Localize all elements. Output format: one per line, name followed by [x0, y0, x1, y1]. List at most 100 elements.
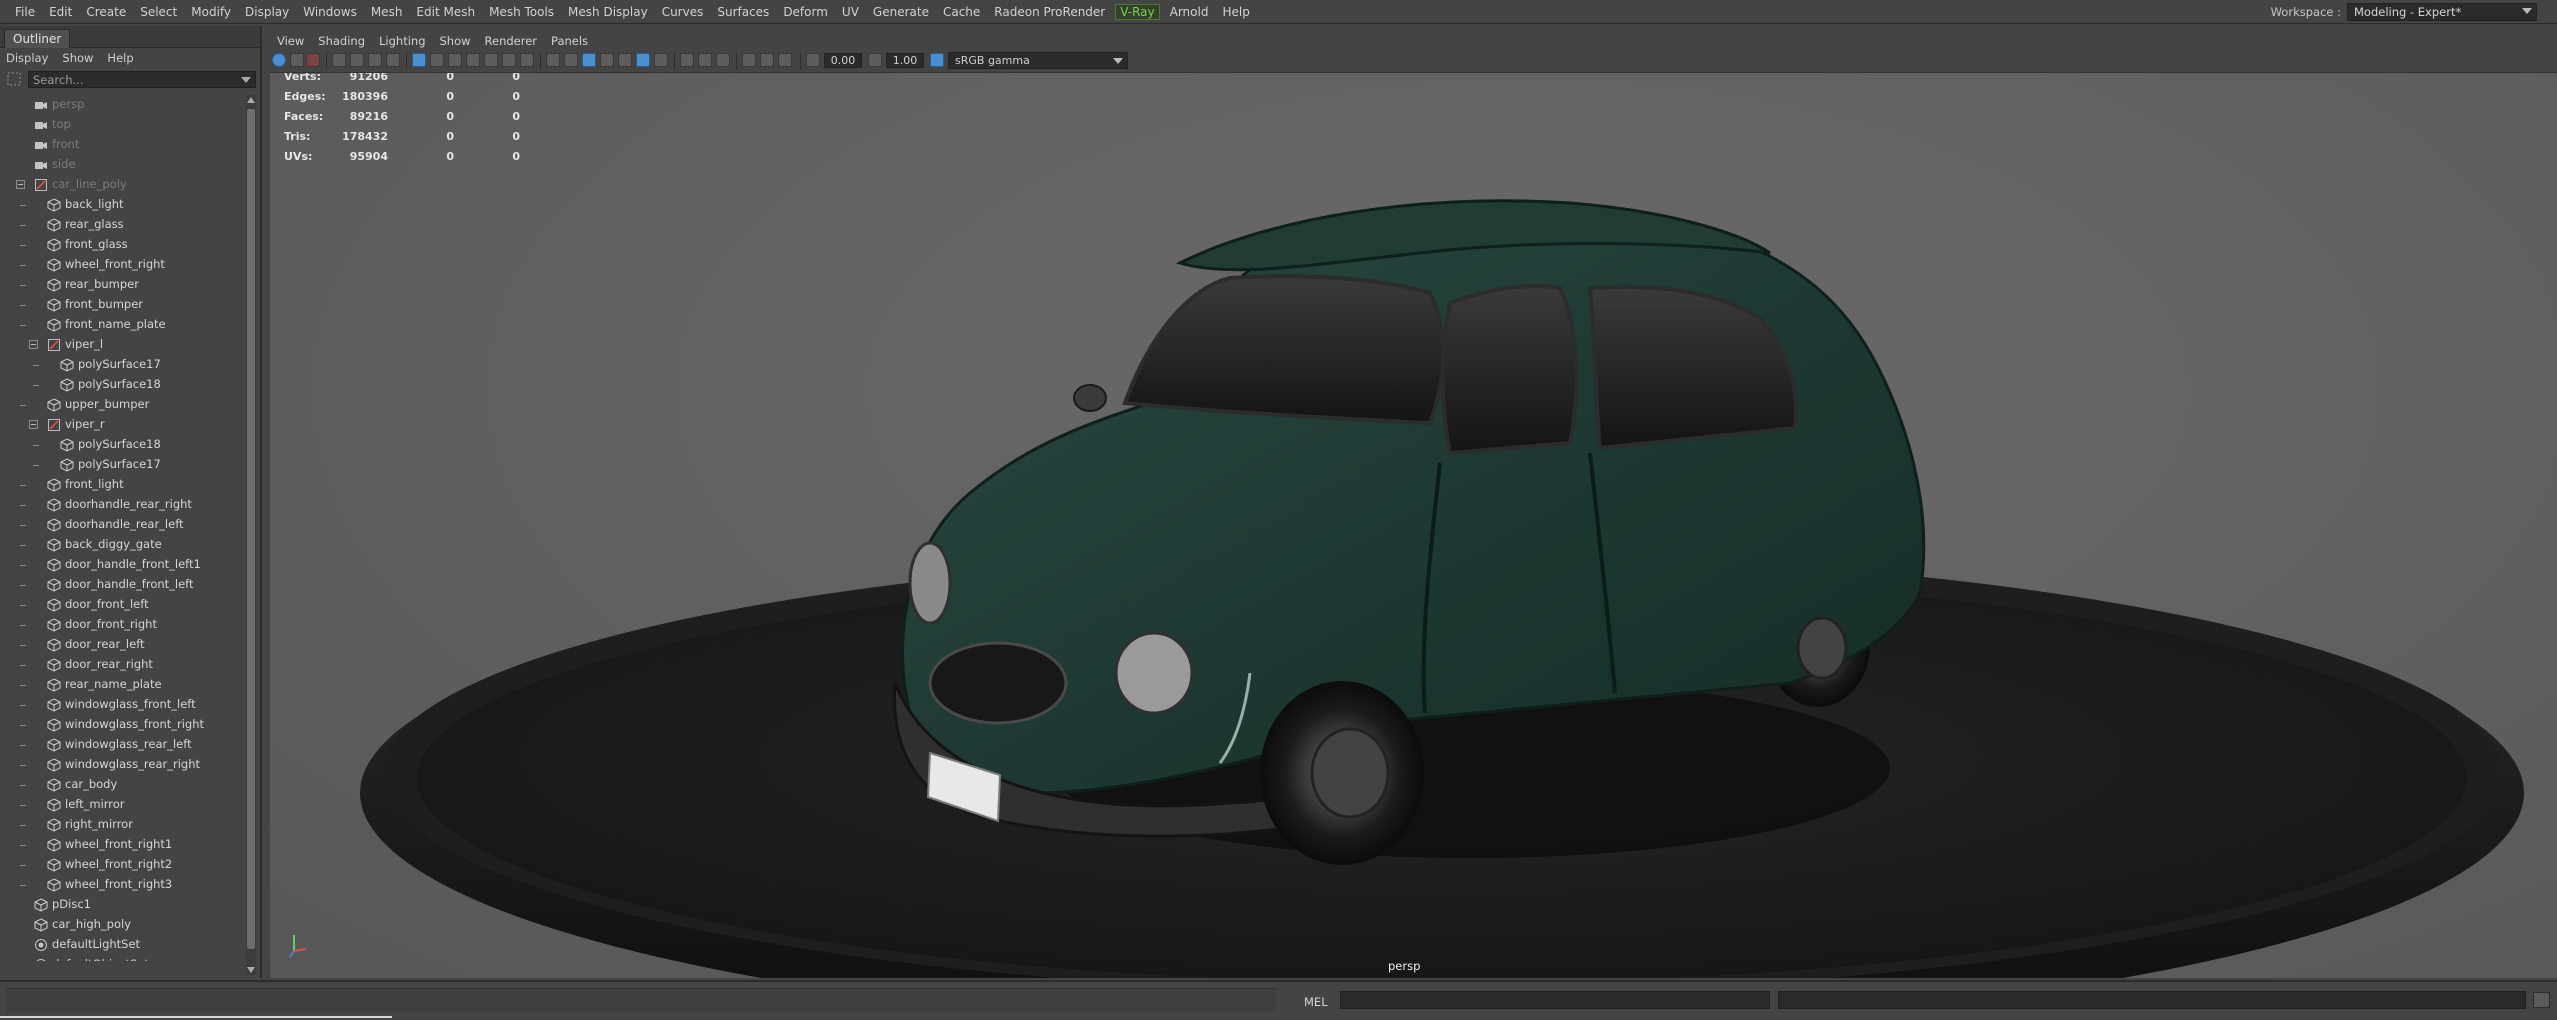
viewport-menu-lighting[interactable]: Lighting: [379, 34, 425, 48]
safe-title-icon[interactable]: [520, 53, 534, 67]
outliner-item[interactable]: wheel_front_right: [6, 255, 246, 275]
outliner-menu-show[interactable]: Show: [62, 51, 93, 65]
outliner-item[interactable]: side: [6, 155, 246, 175]
menu-v-ray[interactable]: V-Ray: [1115, 4, 1160, 20]
menu-generate[interactable]: Generate: [866, 5, 936, 19]
field-chart-icon[interactable]: [484, 53, 498, 67]
workspace-dropdown[interactable]: Modeling - Expert*: [2347, 3, 2537, 21]
menu-uv[interactable]: UV: [835, 5, 866, 19]
outliner-item[interactable]: door_rear_left: [6, 635, 246, 655]
menu-select[interactable]: Select: [133, 5, 184, 19]
outliner-item[interactable]: car_high_poly: [6, 915, 246, 935]
viewport-menu-show[interactable]: Show: [440, 34, 471, 48]
gate-mask-icon[interactable]: [466, 53, 480, 67]
outliner-item[interactable]: windowglass_rear_left: [6, 735, 246, 755]
outliner-item[interactable]: door_handle_front_left: [6, 575, 246, 595]
menu-edit[interactable]: Edit: [42, 5, 79, 19]
textured-icon[interactable]: [600, 53, 614, 67]
motion-blur-icon[interactable]: [742, 53, 756, 67]
filter-icon[interactable]: [7, 72, 21, 86]
outliner-item[interactable]: wheel_front_right3: [6, 875, 246, 895]
outliner-item[interactable]: windowglass_front_left: [6, 695, 246, 715]
outliner-item[interactable]: rear_bumper: [6, 275, 246, 295]
color-management-icon[interactable]: [930, 53, 944, 67]
outliner-item[interactable]: defaultLightSet: [6, 935, 246, 955]
camera-attributes-icon[interactable]: [306, 53, 320, 67]
outliner-item[interactable]: door_handle_front_left1: [6, 555, 246, 575]
outliner-item[interactable]: door_front_right: [6, 615, 246, 635]
smooth-shade-icon[interactable]: [564, 53, 578, 67]
viewport-persp[interactable]: Verts: 91206 0 0 Edges: 180396 0 0 Faces: 89216 0 0…: [270, 72, 2557, 978]
menu-file[interactable]: File: [8, 5, 42, 19]
gamma-field[interactable]: 1.00: [886, 53, 924, 68]
outliner-item[interactable]: polySurface18: [6, 435, 246, 455]
safe-action-icon[interactable]: [502, 53, 516, 67]
outliner-item[interactable]: car_body: [6, 775, 246, 795]
outliner-item[interactable]: front_bumper: [6, 295, 246, 315]
outliner-item[interactable]: wheel_front_right2: [6, 855, 246, 875]
image-plane-icon[interactable]: [350, 53, 364, 67]
outliner-item[interactable]: rear_name_plate: [6, 675, 246, 695]
script-editor-icon[interactable]: [2533, 992, 2550, 1008]
outliner-item[interactable]: car_line_poly: [6, 175, 246, 195]
outliner-item[interactable]: polySurface17: [6, 355, 246, 375]
lock-camera-icon[interactable]: [290, 53, 304, 67]
outliner-item[interactable]: persp: [6, 95, 246, 115]
xray-icon[interactable]: [680, 53, 694, 67]
outliner-item[interactable]: back_diggy_gate: [6, 535, 246, 555]
outliner-item[interactable]: windowglass_front_right: [6, 715, 246, 735]
outliner-item[interactable]: rear_glass: [6, 215, 246, 235]
tab-outliner[interactable]: Outliner: [4, 29, 71, 48]
lights-icon[interactable]: [618, 53, 632, 67]
outliner-menu-help[interactable]: Help: [107, 51, 133, 65]
outliner-item[interactable]: defaultObjectSet: [6, 955, 246, 961]
mel-input[interactable]: [1340, 991, 1770, 1009]
film-gate-icon[interactable]: [430, 53, 444, 67]
outliner-item[interactable]: door_rear_right: [6, 655, 246, 675]
menu-mesh-display[interactable]: Mesh Display: [561, 5, 655, 19]
menu-surfaces[interactable]: Surfaces: [710, 5, 776, 19]
outliner-item[interactable]: door_front_left: [6, 595, 246, 615]
exposure-icon[interactable]: [806, 53, 820, 67]
xray-joints-icon[interactable]: [698, 53, 712, 67]
outliner-menu-display[interactable]: Display: [6, 51, 48, 65]
ambient-occlusion-icon[interactable]: [654, 53, 668, 67]
scroll-down-icon[interactable]: [247, 967, 255, 973]
menu-modify[interactable]: Modify: [184, 5, 238, 19]
depth-of-field-icon[interactable]: [778, 53, 792, 67]
isolate-select-icon[interactable]: [716, 53, 730, 67]
menu-deform[interactable]: Deform: [776, 5, 835, 19]
viewport-menu-shading[interactable]: Shading: [318, 34, 365, 48]
outliner-item[interactable]: front_name_plate: [6, 315, 246, 335]
2d-pan-icon[interactable]: [368, 53, 382, 67]
outliner-item[interactable]: doorhandle_rear_left: [6, 515, 246, 535]
mel-label[interactable]: MEL: [1304, 995, 1328, 1009]
collapse-toggle-icon[interactable]: [29, 340, 38, 349]
menu-cache[interactable]: Cache: [936, 5, 987, 19]
menu-edit-mesh[interactable]: Edit Mesh: [409, 5, 482, 19]
scroll-up-icon[interactable]: [247, 97, 255, 103]
select-camera-icon[interactable]: [272, 53, 286, 67]
menu-help[interactable]: Help: [1215, 5, 1256, 19]
outliner-item[interactable]: right_mirror: [6, 815, 246, 835]
viewport-menu-view[interactable]: View: [277, 34, 304, 48]
outliner-item[interactable]: back_light: [6, 195, 246, 215]
menu-radeon-prorender[interactable]: Radeon ProRender: [987, 5, 1112, 19]
shadows-icon[interactable]: [636, 53, 650, 67]
outliner-item[interactable]: doorhandle_rear_right: [6, 495, 246, 515]
outliner-item[interactable]: wheel_front_right1: [6, 835, 246, 855]
outliner-item[interactable]: upper_bumper: [6, 395, 246, 415]
collapse-toggle-icon[interactable]: [16, 180, 25, 189]
menu-curves[interactable]: Curves: [655, 5, 711, 19]
exposure-field[interactable]: 0.00: [824, 53, 862, 68]
menu-windows[interactable]: Windows: [296, 5, 364, 19]
viewport-menu-panels[interactable]: Panels: [551, 34, 588, 48]
outliner-item[interactable]: viper_l: [6, 335, 246, 355]
outliner-item[interactable]: left_mirror: [6, 795, 246, 815]
outliner-item[interactable]: windowglass_rear_right: [6, 755, 246, 775]
vertical-scrollbar[interactable]: [246, 95, 256, 975]
outliner-item[interactable]: viper_r: [6, 415, 246, 435]
gamma-icon[interactable]: [868, 53, 882, 67]
wireframe-icon[interactable]: [546, 53, 560, 67]
outliner-item[interactable]: polySurface17: [6, 455, 246, 475]
